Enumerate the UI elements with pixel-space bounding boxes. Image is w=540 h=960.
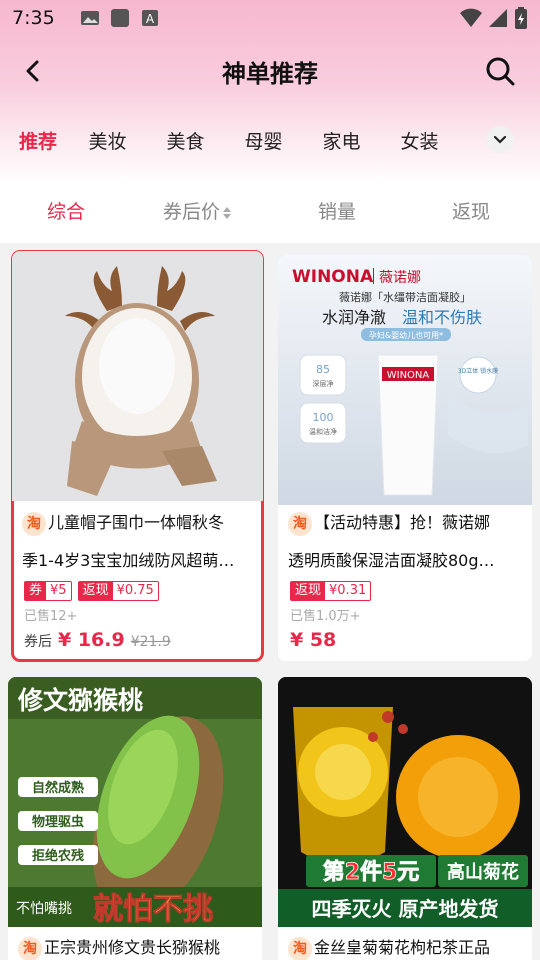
brand-cn: 薇诺娜 [379,270,421,286]
text-icon: A [142,10,158,26]
price-row: 券后 ¥ 16.9 ¥21.9 [24,629,171,651]
cashback-label: 返现 [291,582,326,600]
sort-sales[interactable]: 销量 [318,197,356,224]
stat1-text: 85 [316,363,330,376]
cashback-tag: 返现 ¥0.75 [77,581,159,601]
badge-text: 3D立体 锁水膜 [458,367,498,375]
page-title: 神单推荐 [222,59,318,88]
product-title-line1: 金丝皇菊菊花枸杞茶正品 [314,938,491,957]
kiwi-image: 修文猕猴桃 自然成熟 物理驱虫 拒绝农残 不怕嘴挑 就怕不挑 [8,677,262,927]
taobao-badge-icon: 淘 [288,936,312,960]
kiwi-bullet-1: 自然成熟 [32,780,84,796]
stat1-label: 深层净 [313,379,334,388]
hat-scarf-image [12,251,263,501]
product-card[interactable]: 第2件5元 高山菊花 四季灭火 原产地发货 淘金丝皇菊菊花枸杞茶正品 [278,677,532,960]
kiwi-bottom-big: 就怕不挑 [93,892,213,927]
status-bar: 7:35 A [0,0,540,36]
product-image: WINONA 薇诺娜 薇诺娜「水缰带洁面凝胶」 水润净澈 温和不伤肤 孕妇&婴幼… [278,255,532,505]
kiwi-bullet-2: 物理驱虫 [32,814,84,830]
tab-food[interactable]: 美食 [156,127,215,154]
kiwi-headline: 修文猕猴桃 [17,686,143,715]
product-title-line2: 透明质酸保湿洁面凝胶80g… [288,551,495,570]
cashback-label: 返现 [78,582,113,600]
product-title-line1: 【活动特惠】抢！薇诺娜 [314,513,491,532]
price-row: ¥ 58 [290,629,336,651]
chrysanthemum-image: 第2件5元 高山菊花 四季灭火 原产地发货 [278,677,532,927]
product-title: 淘【活动特惠】抢！薇诺娜 透明质酸保湿洁面凝胶80g… [288,504,520,580]
kiwi-bullet-3: 拒绝农残 [32,848,84,864]
product-grid: 淘儿童帽子围巾一体帽秋冬 季1-4岁3宝宝加绒防风超萌… 券 ¥5 返现 ¥0.75… [0,243,540,960]
tab-baby[interactable]: 母婴 [234,127,293,154]
product-image [12,251,263,501]
product-card[interactable]: WINONA 薇诺娜 薇诺娜「水缰带洁面凝胶」 水润净澈 温和不伤肤 孕妇&婴幼… [278,255,532,661]
price-label: 券后 [24,634,52,650]
sort-cashback[interactable]: 返现 [452,197,490,224]
category-tabs: 推荐 美妆 美食 母婴 家电 女装 [0,118,540,162]
cleanser-image: WINONA 薇诺娜 薇诺娜「水缰带洁面凝胶」 水润净澈 温和不伤肤 孕妇&婴幼… [278,255,532,505]
coupon-tag: 券 ¥5 [24,581,72,601]
sold-count: 已售12+ [24,609,78,624]
product-tags: 返现 ¥0.31 [290,581,372,601]
bottom-text: 四季灭火 原产地发货 [312,897,499,921]
slogan2-text: 温和不伤肤 [402,308,482,327]
tube-brand-text: WINONA [387,370,430,381]
original-price: ¥21.9 [130,634,171,650]
tab-womens-wear[interactable]: 女装 [390,127,449,154]
stat2-text: 100 [313,411,334,424]
current-price: ¥ 16.9 [58,629,125,651]
sort-comprehensive[interactable]: 综合 [47,197,85,224]
sort-bar: 综合 券后价 销量 返现 [0,185,540,243]
app-header: 神单推荐 [0,44,540,98]
app-icon [111,9,129,27]
photo-icon [81,11,99,25]
svg-text:A: A [146,12,155,26]
stat2-label: 温和洁净 [309,427,337,436]
product-title: 淘金丝皇菊菊花枸杞茶正品 [288,929,520,960]
search-icon[interactable] [484,55,516,87]
sort-price-after-coupon[interactable]: 券后价 [163,197,232,224]
slogan1-text: 水润净澈 [322,308,386,327]
product-title-line1: 儿童帽子围巾一体帽秋冬 [48,513,225,532]
cashback-value: ¥0.75 [116,583,154,598]
taobao-badge-icon: 淘 [288,511,312,536]
promo-text: 第2件5元 [323,859,420,885]
product-image: 修文猕猴桃 自然成熟 物理驱虫 拒绝农残 不怕嘴挑 就怕不挑 [8,677,262,927]
product-image: 第2件5元 高山菊花 四季灭火 原产地发货 [278,677,532,927]
product-card[interactable]: 修文猕猴桃 自然成熟 物理驱虫 拒绝农残 不怕嘴挑 就怕不挑 淘正宗贵州修文贵长… [8,677,262,960]
product-name-text: 薇诺娜「水缰带洁面凝胶」 [339,290,471,304]
sub-text: 孕妇&婴幼儿也可用* [369,330,443,340]
coupon-value: ¥5 [50,583,67,598]
product-title-line1: 正宗贵州修文贵长猕猴桃 [44,938,221,957]
wifi-icon [460,8,482,27]
status-time: 7:35 [12,7,55,29]
tab-appliances[interactable]: 家电 [312,127,371,154]
taobao-badge-icon: 淘 [18,936,42,960]
brand-logo: WINONA [292,267,374,287]
sold-count: 已售1.0万+ [290,609,361,624]
coupon-label: 券 [25,582,47,600]
product-title: 淘正宗贵州修文贵长猕猴桃 [18,929,250,960]
tab-recommend[interactable]: 推荐 [19,127,59,154]
current-price: ¥ 58 [290,629,337,651]
product-card[interactable]: 淘儿童帽子围巾一体帽秋冬 季1-4岁3宝宝加绒防风超萌… 券 ¥5 返现 ¥0.75… [11,250,264,662]
sort-arrows-icon [223,206,232,219]
tag-text: 高山菊花 [447,861,519,883]
cashback-value: ¥0.31 [329,583,367,598]
kiwi-bottom-small: 不怕嘴挑 [16,901,72,917]
more-categories-button[interactable] [486,126,514,154]
taobao-badge-icon: 淘 [22,511,46,536]
signal-icon [489,9,507,27]
product-tags: 券 ¥5 返现 ¥0.75 [24,581,159,601]
battery-icon [515,7,527,29]
cashback-tag: 返现 ¥0.31 [290,581,372,601]
sort-price-label: 券后价 [163,201,221,223]
back-arrow-icon[interactable] [18,56,48,86]
chevron-down-icon [493,135,507,144]
tab-beauty[interactable]: 美妆 [78,127,137,154]
product-title-line2: 季1-4岁3宝宝加绒防风超萌… [22,551,235,570]
product-title: 淘儿童帽子围巾一体帽秋冬 季1-4岁3宝宝加绒防风超萌… [22,504,251,580]
